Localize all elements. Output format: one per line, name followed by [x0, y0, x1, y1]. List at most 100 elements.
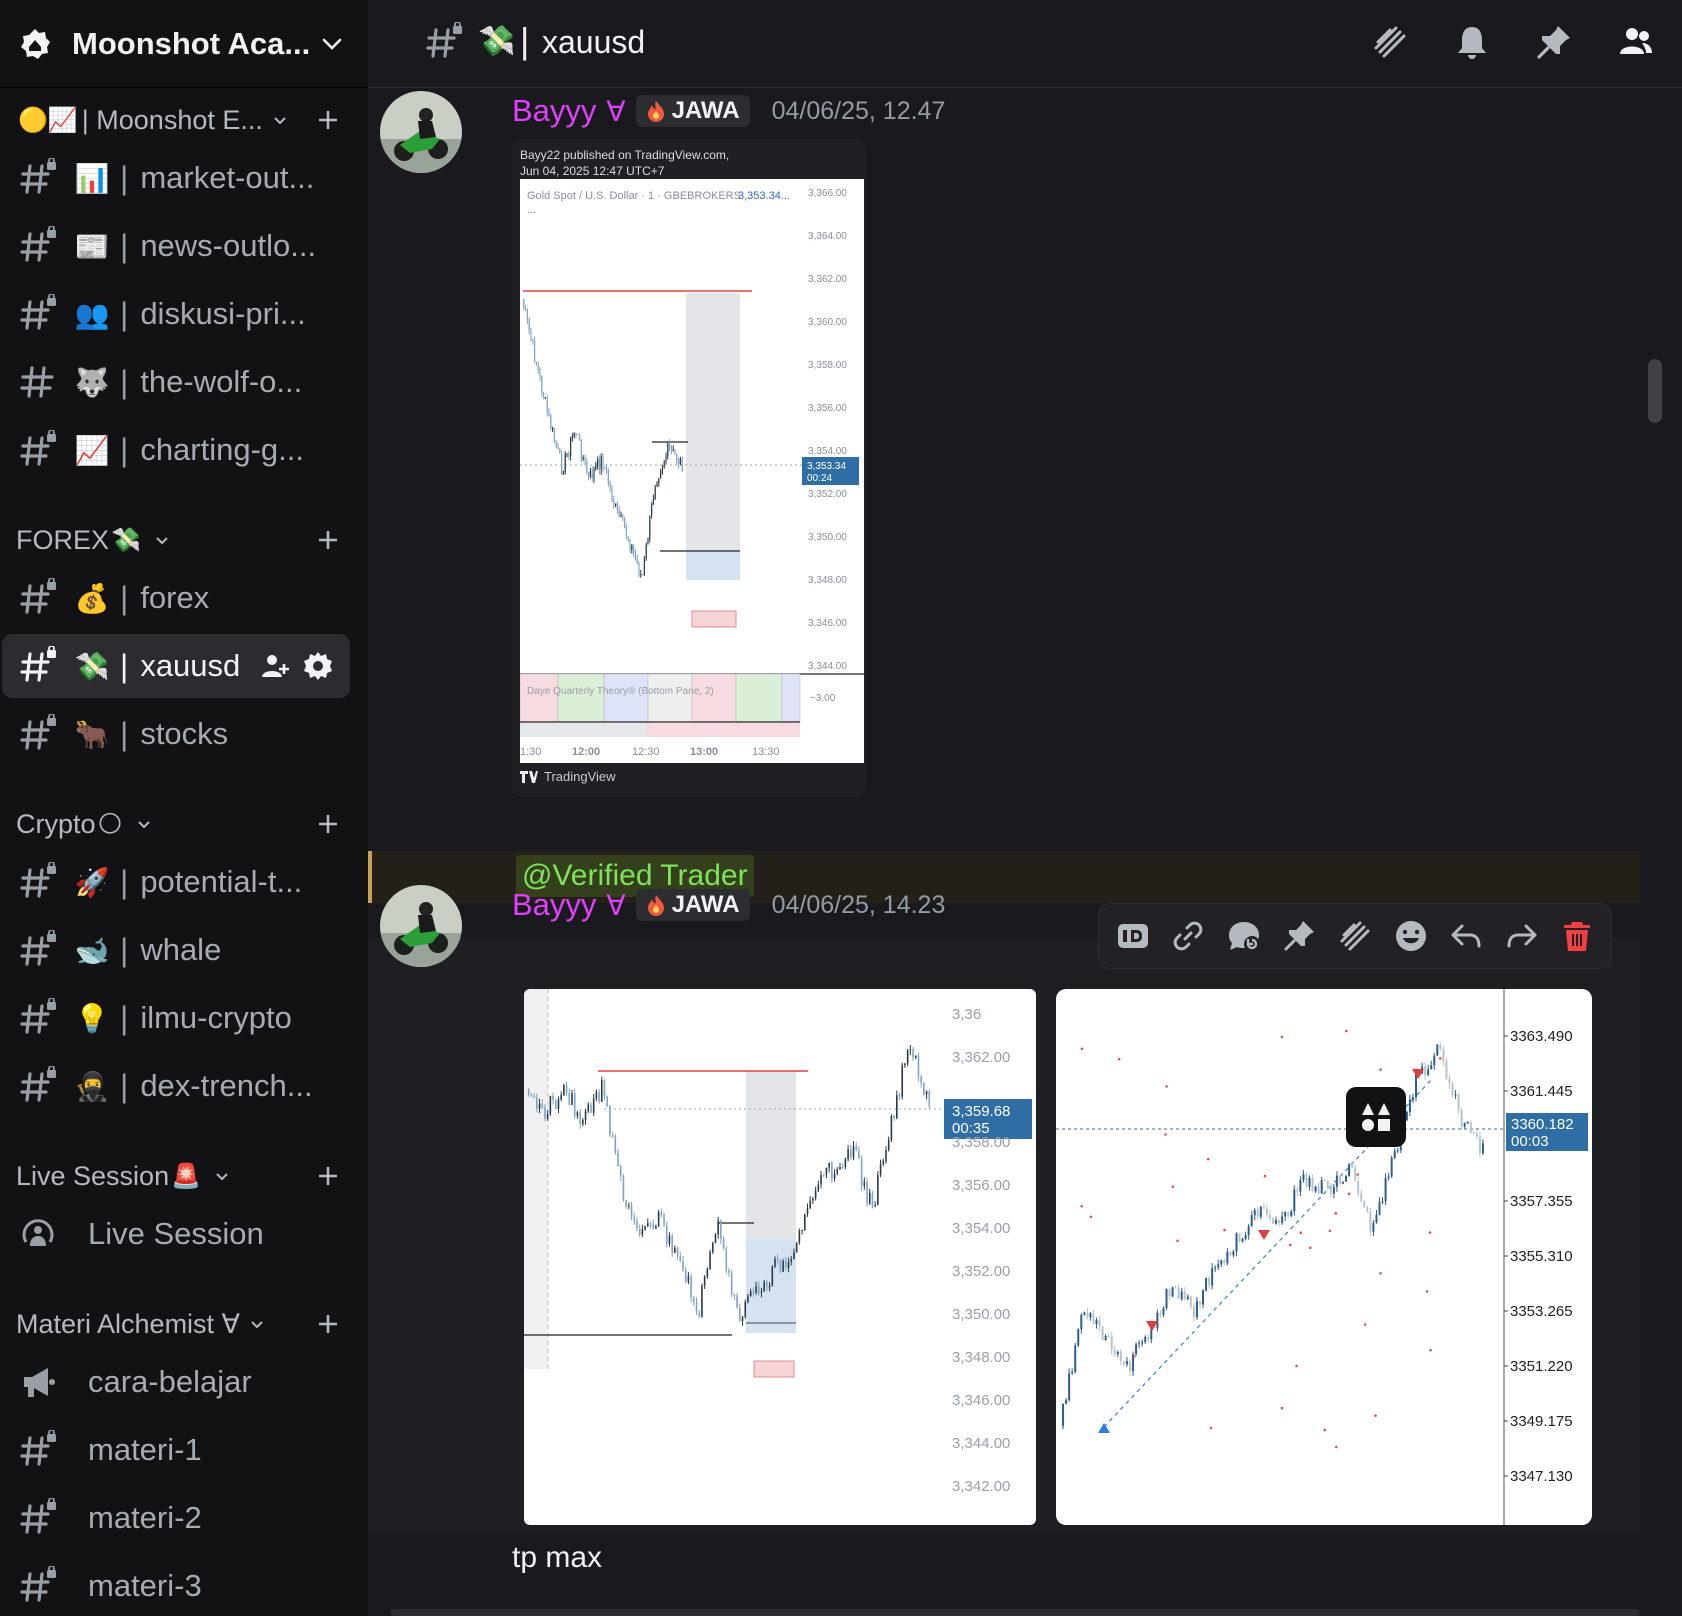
pin-message-icon[interactable]	[1281, 918, 1317, 954]
author-name[interactable]: Bayyy	[512, 93, 596, 129]
threads-icon[interactable]	[1337, 918, 1373, 954]
avatar[interactable]	[380, 885, 462, 967]
create-thread-icon[interactable]	[1226, 918, 1262, 954]
channel-materi-1[interactable]: materi-1	[2, 1418, 350, 1482]
category-crypto[interactable]: Crypto 🌕	[16, 804, 350, 844]
channel-live-session[interactable]: Live Session	[2, 1202, 350, 1266]
candle-body	[560, 1095, 562, 1100]
channel-whale[interactable]: 🐋 | whale	[2, 918, 350, 982]
price-axis-label: 3,346.00	[808, 618, 847, 629]
channel-potential[interactable]: 🚀 | potential-t...	[2, 850, 350, 914]
notification-bell-icon[interactable]	[1452, 22, 1492, 62]
copy-link-icon[interactable]	[1170, 918, 1206, 954]
channel-forex[interactable]: 💰 | forex	[2, 566, 350, 630]
candle-body	[1135, 1344, 1138, 1355]
candle-body	[1138, 1343, 1141, 1345]
channel-diskusi-private[interactable]: 👥 | diskusi-pri...	[2, 282, 350, 346]
fire-icon	[647, 101, 664, 122]
delete-trash-icon[interactable]	[1559, 918, 1595, 954]
add-channel-icon[interactable]	[314, 810, 342, 838]
candle-body	[668, 1235, 671, 1244]
channel-news-outlook[interactable]: 📰 | news-outlo...	[2, 214, 350, 278]
role-tag[interactable]: JAWA	[635, 889, 750, 921]
candle-body	[638, 563, 640, 575]
price-axis-label: 3,348.00	[952, 1349, 1010, 1366]
role-label: JAWA	[671, 97, 740, 124]
candle-body	[684, 1270, 687, 1282]
candle-body	[1460, 1110, 1463, 1127]
candle-body	[771, 1266, 774, 1286]
candle-body	[1357, 1180, 1360, 1194]
chart-image-attachment[interactable]: 3,359.6800:353,363,362.003,358.003,356.0…	[524, 989, 1036, 1525]
channel-market-outlook[interactable]: 📊 | market-out...	[2, 146, 350, 210]
invite-user-icon[interactable]	[258, 650, 290, 682]
channel-dex-trenches[interactable]: 🥷 | dex-trench...	[2, 1054, 350, 1118]
add-channel-icon[interactable]	[314, 526, 342, 554]
author-name[interactable]: Bayyy	[512, 887, 596, 923]
candle-body	[703, 1276, 706, 1286]
tradingview-embed[interactable]: Bayy22 published on TradingView.com, Jun…	[512, 139, 866, 797]
signal-dot	[1089, 1215, 1093, 1219]
candle-body	[893, 1115, 895, 1119]
candle-body	[1065, 1399, 1068, 1404]
copy-id-icon[interactable]	[1115, 918, 1151, 954]
locked-hash-icon	[20, 714, 56, 750]
add-channel-icon[interactable]	[314, 1310, 342, 1338]
candle-body	[695, 1301, 698, 1313]
candle-body	[546, 1113, 549, 1119]
forward-icon[interactable]	[1504, 918, 1540, 954]
candle-body	[741, 1316, 744, 1322]
channel-charting[interactable]: 📈 | charting-g...	[2, 418, 350, 482]
channel-name: the-wolf-o...	[140, 364, 303, 399]
reply-icon[interactable]	[1448, 918, 1484, 954]
add-channel-icon[interactable]	[314, 1162, 342, 1190]
candle-body	[801, 1229, 803, 1231]
channel-stocks[interactable]: 🐂 | stocks	[2, 702, 350, 766]
server-header[interactable]: Moonshot Aca...	[0, 0, 368, 88]
add-reaction-icon[interactable]	[1393, 918, 1429, 954]
scrollbar-thumb[interactable]	[1648, 359, 1662, 423]
pin-icon[interactable]	[1534, 22, 1574, 62]
candle-body	[627, 536, 629, 541]
candle-body	[914, 1055, 917, 1058]
candle-body	[1326, 1181, 1329, 1188]
candle-body	[1451, 1083, 1454, 1095]
candle-body	[1208, 1277, 1211, 1286]
category-materi-alchemist[interactable]: Materi Alchemist ∀	[16, 1304, 350, 1344]
channel-name: ilmu-crypto	[140, 1000, 292, 1035]
channel-xauusd[interactable]: 💸 | xauusd	[2, 634, 350, 698]
role-tag[interactable]: JAWA	[635, 95, 750, 127]
channel-emoji: 🐂	[74, 718, 110, 750]
avatar[interactable]	[380, 91, 462, 173]
candle-body	[624, 518, 626, 529]
candle-body	[600, 1080, 603, 1102]
settings-gear-icon[interactable]	[302, 650, 334, 682]
threads-icon[interactable]	[1370, 22, 1410, 62]
category-forex[interactable]: FOREX 💸	[16, 520, 350, 560]
channel-ilmu-crypto[interactable]: 💡 | ilmu-crypto	[2, 986, 350, 1050]
channel-materi-2[interactable]: materi-2	[2, 1486, 350, 1550]
view-gallery-button[interactable]	[1346, 1087, 1406, 1147]
category-moonshot[interactable]: 🟡📈 | Moonshot E...	[16, 100, 350, 140]
channel-the-wolf[interactable]: 🐺 | the-wolf-o...	[2, 350, 350, 414]
candle-body	[1445, 1060, 1448, 1079]
candle-body	[537, 365, 539, 371]
chart-image-attachment[interactable]: 3363.490 3361.445 3357.355 3355.310 3353.265…	[1056, 989, 1592, 1525]
message-list: Bayyy ∀ JAWA 04/06/25, 12.47 Bayy22 publ…	[368, 89, 1682, 1616]
candle-body	[1463, 1122, 1466, 1127]
tradingview-chart-image[interactable]: Gold Spot / U.S. Dollar · 1 · GBEBROKERS…	[520, 179, 864, 763]
candle-body	[1062, 1403, 1065, 1426]
candle-body	[577, 433, 579, 435]
channel-materi-3[interactable]: materi-3	[2, 1554, 350, 1616]
session-bar	[646, 723, 800, 737]
candle-body	[1396, 1150, 1399, 1152]
candle-body	[544, 397, 546, 399]
channel-cara-belajar[interactable]: cara-belajar	[2, 1350, 350, 1414]
category-live-session[interactable]: Live Session 🚨	[16, 1156, 350, 1196]
category-emoji: 🚨	[171, 1162, 201, 1190]
tradingview-footer[interactable]: TradingView	[520, 769, 616, 784]
member-list-icon[interactable]	[1616, 22, 1656, 62]
candle-body	[661, 467, 663, 474]
add-channel-icon[interactable]	[314, 106, 342, 134]
candle-body	[633, 545, 635, 553]
